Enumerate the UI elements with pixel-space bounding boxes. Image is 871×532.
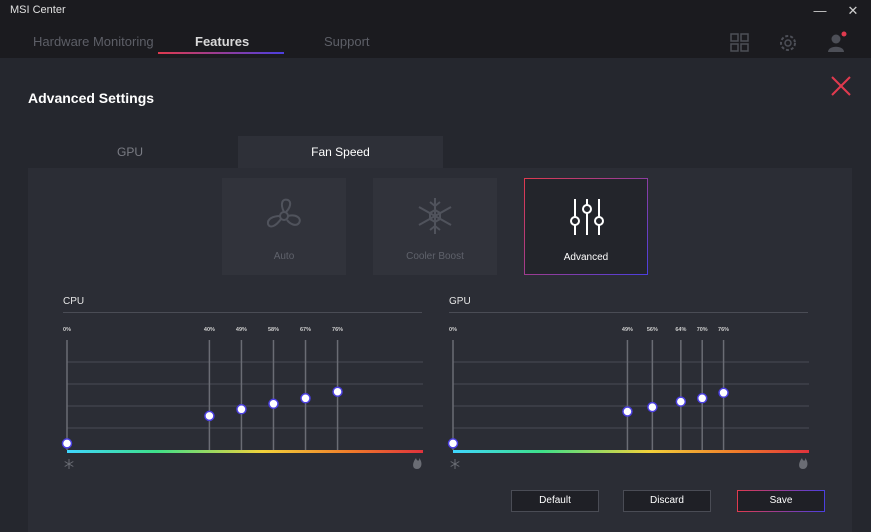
title-bar <box>0 0 871 22</box>
cpu-point-0[interactable] <box>61 438 73 449</box>
mode-label-auto: Auto <box>273 251 295 262</box>
cpu-temperature-bar <box>67 450 423 453</box>
gpu-flame-icon <box>799 458 808 469</box>
gpu-point-4[interactable] <box>696 393 708 404</box>
sliders-icon <box>570 199 604 235</box>
default-button[interactable]: Default <box>511 490 599 512</box>
cpu-temp-label-0: 0% <box>63 327 71 333</box>
cpu-chart-rule <box>63 312 422 313</box>
cpu-temp-label-4: 67% <box>300 327 311 333</box>
gpu-point-5[interactable] <box>718 387 729 399</box>
gpu-temp-label-3: 64% <box>675 327 686 333</box>
gpu-point-0[interactable] <box>447 438 459 449</box>
gpu-chart-title: GPU <box>449 296 471 307</box>
mode-label-advanced: Advanced <box>563 252 609 263</box>
subtab-gpu[interactable]: GPU <box>30 136 230 168</box>
gpu-temp-label-2: 56% <box>647 327 658 333</box>
mode-card-auto[interactable]: Auto <box>222 178 346 275</box>
gpu-fan-curve[interactable]: 0% 49% 56% 64% 70% 76% <box>441 320 816 475</box>
close-icon[interactable] <box>829 74 853 98</box>
gpu-chart-rule <box>449 312 808 313</box>
cpu-point-1[interactable] <box>204 410 215 422</box>
subtab-fan-speed[interactable]: Fan Speed <box>238 136 443 168</box>
cpu-point-3[interactable] <box>268 398 279 410</box>
close-window-button[interactable]: ✕ <box>838 2 868 20</box>
gpu-point-1[interactable] <box>622 406 633 417</box>
gpu-snowflake-icon <box>450 459 460 469</box>
minimize-button[interactable]: — <box>805 2 835 20</box>
tab-support[interactable]: Support <box>324 34 370 49</box>
mode-label-cooler-boost: Cooler Boost <box>406 251 464 262</box>
page-title: Advanced Settings <box>28 90 155 106</box>
fan-icon <box>266 198 301 228</box>
cpu-temp-label-2: 49% <box>236 327 247 333</box>
active-tab-indicator <box>158 52 284 54</box>
mode-card-advanced[interactable]: Advanced <box>524 178 648 275</box>
cpu-temp-label-5: 76% <box>332 327 343 333</box>
cpu-fan-curve[interactable]: 0% 40% 49% 58% 67% 76% <box>55 320 430 475</box>
gear-icon[interactable] <box>777 32 799 54</box>
cpu-temp-label-3: 58% <box>268 327 279 333</box>
gpu-point-2[interactable] <box>647 401 658 413</box>
gpu-temp-label-0: 0% <box>449 327 457 333</box>
cpu-snowflake-icon <box>64 459 74 469</box>
gpu-point-3[interactable] <box>675 396 687 407</box>
gpu-temp-label-1: 49% <box>622 327 633 333</box>
user-avatar-icon[interactable] <box>825 30 849 54</box>
tab-hardware-monitoring[interactable]: Hardware Monitoring <box>33 34 154 49</box>
cpu-chart-title: CPU <box>63 296 85 307</box>
snowflake-icon <box>418 198 452 234</box>
save-button[interactable]: Save <box>737 490 825 512</box>
cpu-flame-icon <box>413 458 422 469</box>
tab-features[interactable]: Features <box>195 34 249 49</box>
gpu-temp-label-5: 76% <box>718 327 729 333</box>
app-title: MSI Center <box>10 4 66 16</box>
cpu-temp-label-1: 40% <box>204 327 215 333</box>
mode-card-cooler-boost[interactable]: Cooler Boost <box>373 178 497 275</box>
discard-button[interactable]: Discard <box>623 490 711 512</box>
gpu-temperature-bar <box>453 450 809 453</box>
cpu-point-2[interactable] <box>236 404 247 415</box>
cpu-point-5[interactable] <box>332 386 343 397</box>
grid-icon[interactable] <box>730 33 750 53</box>
gpu-temp-label-4: 70% <box>697 327 708 333</box>
cpu-point-4[interactable] <box>300 393 311 404</box>
